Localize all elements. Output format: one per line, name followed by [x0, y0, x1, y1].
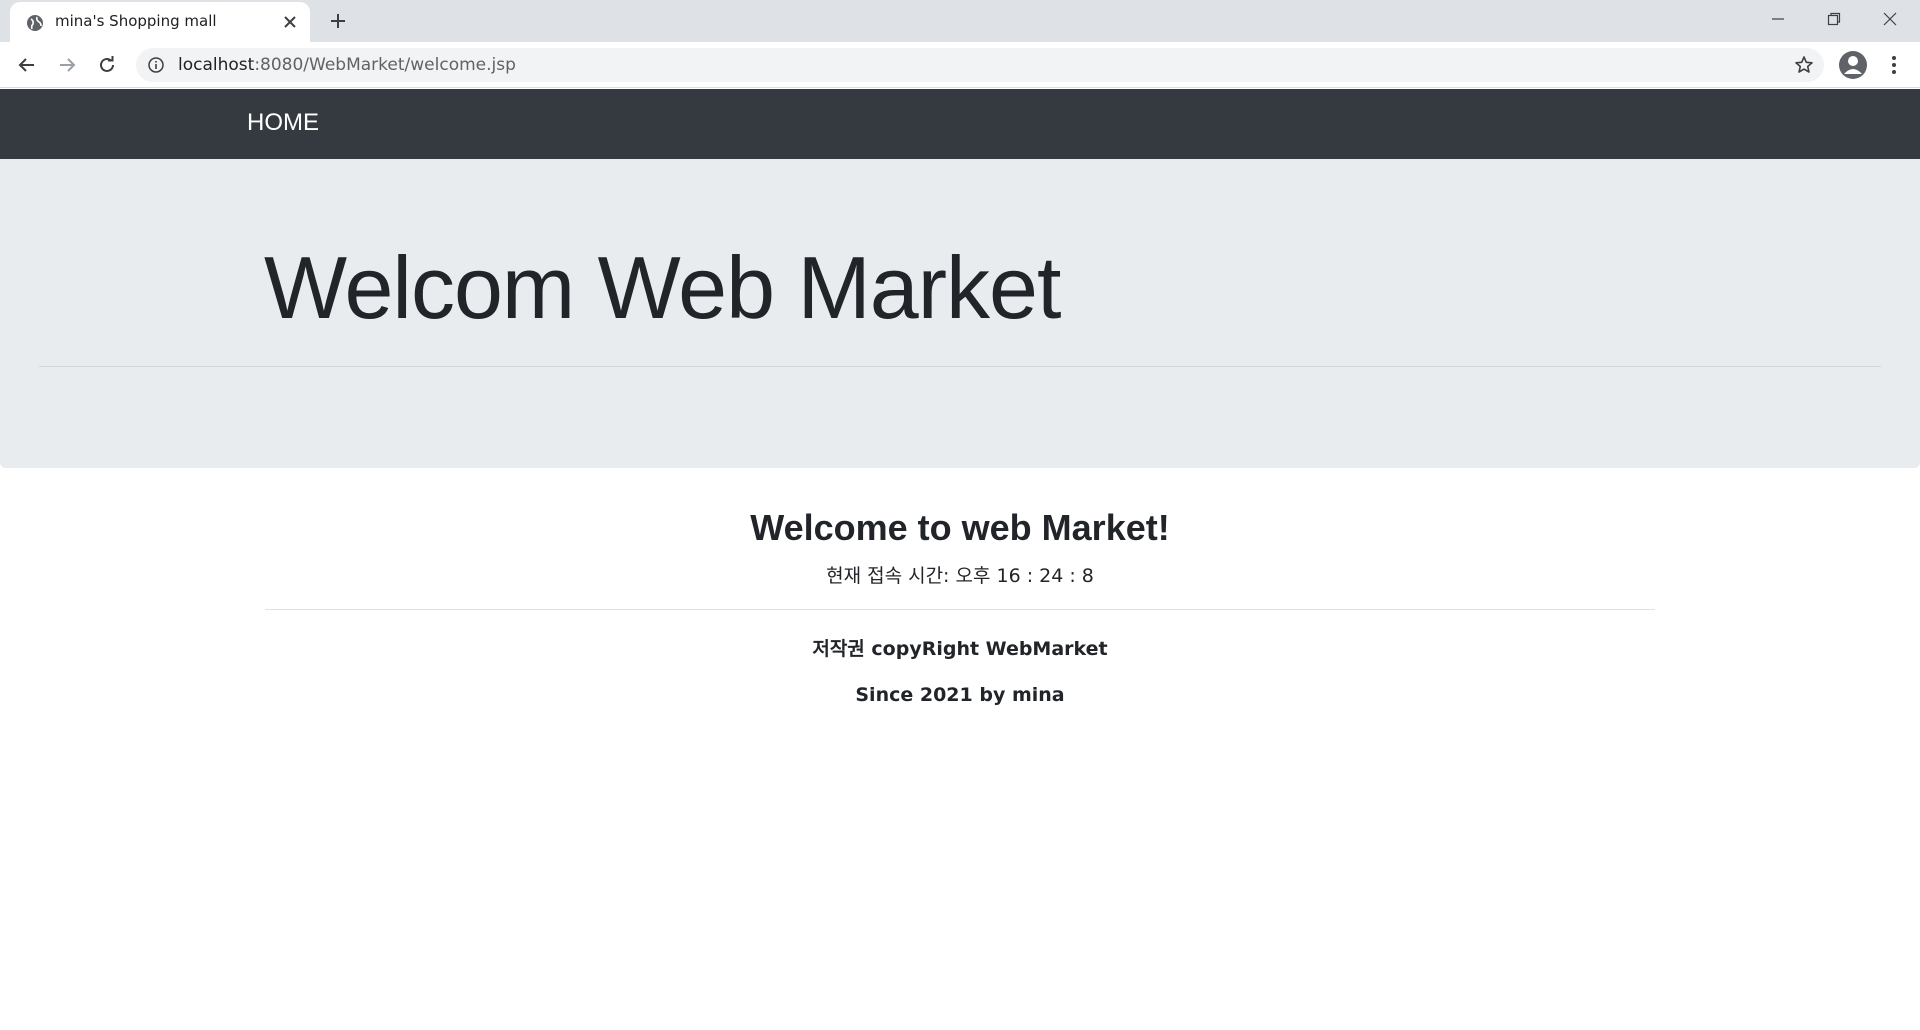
- browser-menu-button[interactable]: [1882, 52, 1906, 78]
- address-bar[interactable]: localhost:8080/WebMarket/welcome.jsp: [136, 48, 1824, 82]
- jumbotron: Welcom Web Market: [0, 159, 1920, 468]
- close-window-icon: [1883, 12, 1897, 26]
- url-host: localhost: [178, 55, 255, 75]
- plus-icon: [331, 14, 345, 28]
- url-text[interactable]: localhost:8080/WebMarket/welcome.jsp: [178, 55, 516, 75]
- reload-button[interactable]: [93, 51, 121, 79]
- star-icon[interactable]: [1794, 55, 1814, 75]
- restore-icon: [1827, 12, 1841, 26]
- globe-icon: [27, 15, 43, 31]
- home-link[interactable]: HOME: [247, 109, 319, 137]
- footer-copyright: 저작권 copyRight WebMarket: [812, 638, 1108, 660]
- tab-close-button[interactable]: [280, 12, 300, 32]
- account-icon[interactable]: [1838, 50, 1868, 80]
- new-tab-button[interactable]: [326, 9, 350, 33]
- tab-title: mina's Shopping mall: [55, 12, 217, 30]
- jumbotron-divider: [39, 366, 1881, 367]
- forward-arrow-icon: [60, 58, 76, 72]
- tab-strip: mina's Shopping mall: [0, 0, 1920, 42]
- welcome-heading: Welcome to web Market!: [750, 507, 1170, 548]
- more-vert-icon: [1892, 56, 1896, 74]
- minimize-icon: [1772, 18, 1784, 20]
- url-path: :8080/WebMarket/welcome.jsp: [254, 55, 516, 75]
- close-window-button[interactable]: [1862, 0, 1918, 38]
- back-arrow-icon: [18, 58, 34, 72]
- minimize-button[interactable]: [1750, 0, 1806, 38]
- navbar: HOME: [0, 89, 1920, 159]
- restore-button[interactable]: [1806, 0, 1862, 38]
- page-content: HOME Welcom Web Market Welcome to web Ma…: [0, 89, 1920, 1030]
- forward-button[interactable]: [53, 51, 81, 79]
- info-icon[interactable]: [148, 57, 164, 73]
- close-icon: [284, 16, 296, 28]
- back-button[interactable]: [13, 51, 41, 79]
- jumbotron-title: Welcom Web Market: [264, 238, 1061, 337]
- content-divider: [265, 609, 1655, 610]
- browser-toolbar: localhost:8080/WebMarket/welcome.jsp: [0, 42, 1920, 88]
- footer-since: Since 2021 by mina: [855, 684, 1065, 706]
- access-time-text: 현재 접속 시간: 오후 16 : 24 : 8: [826, 565, 1094, 587]
- reload-icon: [100, 56, 114, 72]
- browser-tab[interactable]: mina's Shopping mall: [10, 2, 310, 42]
